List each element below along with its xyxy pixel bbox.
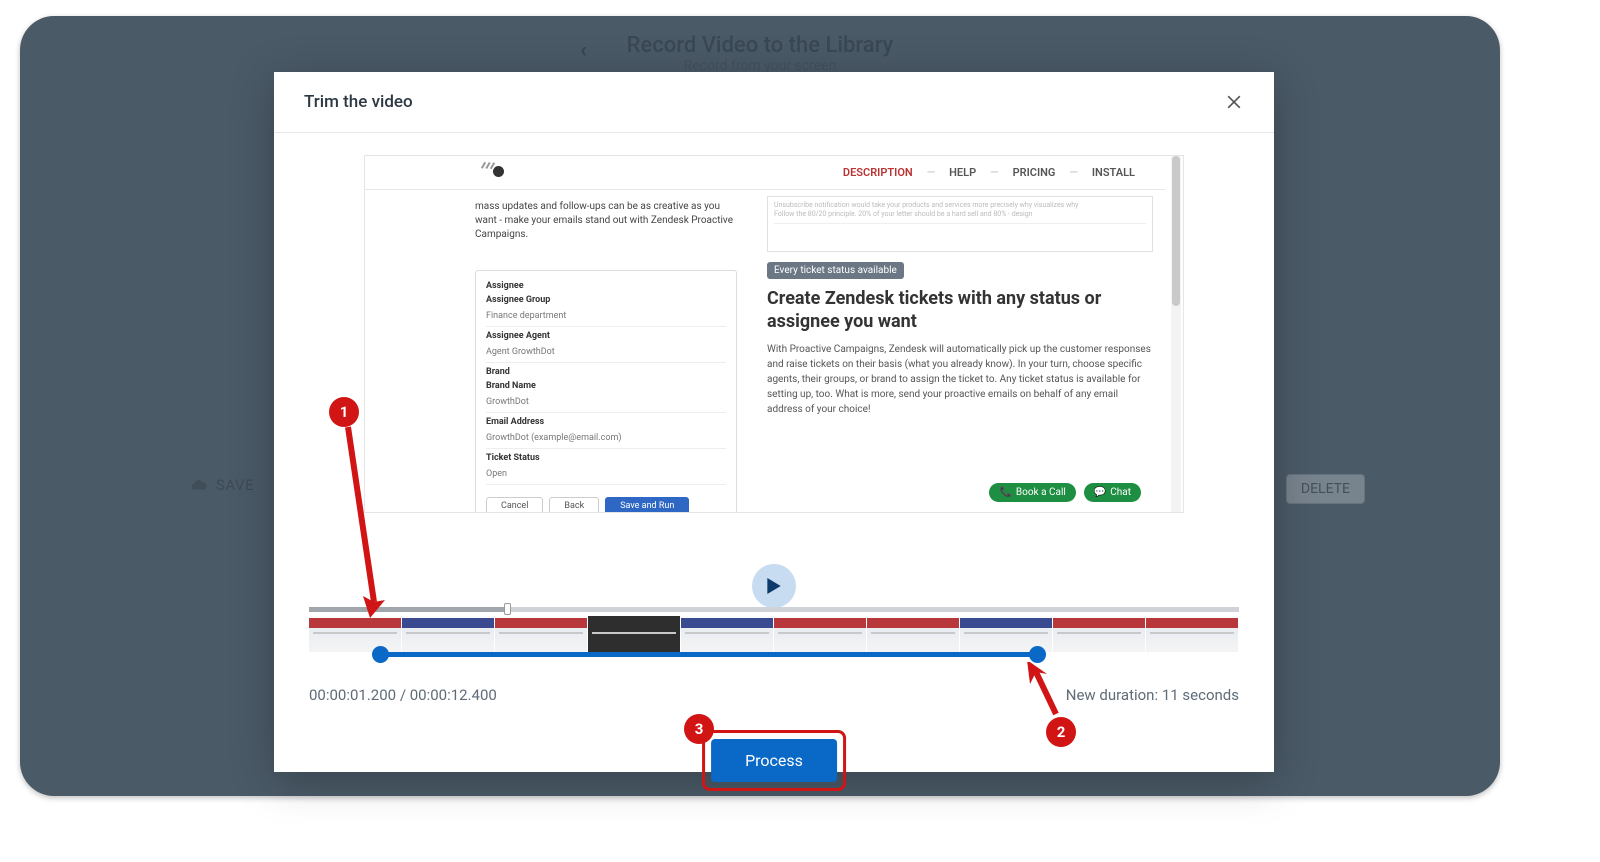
video-preview: DESCRIPTION— HELP— PRICING— INSTALL mass… <box>364 155 1184 513</box>
lbl: Ticket Status <box>486 453 726 463</box>
preview-right: Unsubscribe notification would take your… <box>767 190 1169 512</box>
preview-para: With Proactive Campaigns, Zendesk will a… <box>767 342 1153 417</box>
nav-desc: DESCRIPTION <box>843 166 913 179</box>
annotation-badge-3: 3 <box>684 714 714 744</box>
lbl: Assignee Group <box>486 295 726 305</box>
trim-range-bar <box>379 652 1039 657</box>
cloud-icon <box>190 476 208 494</box>
delete-button[interactable]: DELETE <box>1286 474 1365 504</box>
nav-pricing: PRICING <box>1013 166 1056 179</box>
annotation-arrow-1 <box>336 422 396 632</box>
val: Open <box>486 467 726 485</box>
page-title: Record Video to the Library <box>627 33 894 58</box>
val: Finance department <box>486 309 726 327</box>
trim-timeline[interactable] <box>309 607 1239 657</box>
mini-l1: Unsubscribe notification would take your… <box>774 201 1078 209</box>
annotation-badge-2: 2 <box>1046 717 1076 747</box>
annotation-badge-1: 1 <box>329 397 359 427</box>
preview-heading: Create Zendesk tickets with any status o… <box>767 287 1153 334</box>
process-highlight: Process <box>702 730 846 791</box>
lbl: Brand Name <box>486 381 726 391</box>
back-icon[interactable]: ‹ <box>580 38 587 63</box>
trim-start-handle[interactable] <box>372 646 389 663</box>
lbl: Brand <box>486 367 726 377</box>
save-label: SAVE <box>216 476 254 494</box>
lbl: Email Address <box>486 417 726 427</box>
val: GrowthDot (example@email.com) <box>486 431 726 449</box>
trim-end-handle[interactable] <box>1029 646 1046 663</box>
timeline-info: 00:00:01.200 / 00:00:12.400 New duration… <box>309 686 1239 704</box>
close-icon[interactable] <box>1224 92 1244 112</box>
book-call-pill: 📞 Book a Call <box>989 483 1075 502</box>
modal-header: Trim the video <box>274 72 1274 133</box>
time-position: 00:00:01.200 / 00:00:12.400 <box>309 686 497 704</box>
process-button[interactable]: Process <box>711 739 837 782</box>
chat-pill: 💬 Chat <box>1084 483 1141 502</box>
play-button[interactable] <box>752 564 796 608</box>
modal-title: Trim the video <box>304 92 413 112</box>
preview-scrollbar[interactable] <box>1171 156 1181 512</box>
val: Agent GrowthDot <box>486 345 726 363</box>
preview-body: mass updates and follow-ups can be as cr… <box>365 190 1169 512</box>
badge: Every ticket status available <box>767 262 904 279</box>
play-icon <box>766 578 782 594</box>
form-cancel: Cancel <box>486 497 543 513</box>
preview-nav: DESCRIPTION— HELP— PRICING— INSTALL <box>365 156 1165 190</box>
app-window: ‹ Record Video to the Library Record fro… <box>20 16 1500 796</box>
nav-help: HELP <box>949 166 976 179</box>
intro-text: mass updates and follow-ups can be as cr… <box>475 200 737 242</box>
trim-video-modal: Trim the video DESCRIPTION— HELP— PRICIN… <box>274 72 1274 772</box>
preview-left: mass updates and follow-ups can be as cr… <box>365 190 767 512</box>
mini-editor: Unsubscribe notification would take your… <box>767 196 1153 252</box>
form-back: Back <box>549 497 599 513</box>
annotation-arrow-2 <box>1014 662 1074 722</box>
lbl: Assignee Agent <box>486 331 726 341</box>
val: GrowthDot <box>486 395 726 413</box>
playhead[interactable] <box>504 603 511 615</box>
new-duration: New duration: 11 seconds <box>1066 686 1239 704</box>
mini-l2: Follow the 80/20 principle. 20% of your … <box>774 210 1033 218</box>
form-run: Save and Run <box>605 497 689 513</box>
save-button[interactable]: SAVE <box>190 476 254 494</box>
progress-bar[interactable] <box>309 607 1239 612</box>
preview-cta: 📞 Book a Call 💬 Chat <box>989 483 1141 502</box>
timeline-thumbnails <box>309 616 1239 652</box>
preview-form: Assignee Assignee Group Finance departme… <box>475 270 737 513</box>
delete-label: DELETE <box>1301 481 1350 497</box>
nav-install: INSTALL <box>1092 166 1135 179</box>
lbl: Assignee <box>486 281 726 291</box>
